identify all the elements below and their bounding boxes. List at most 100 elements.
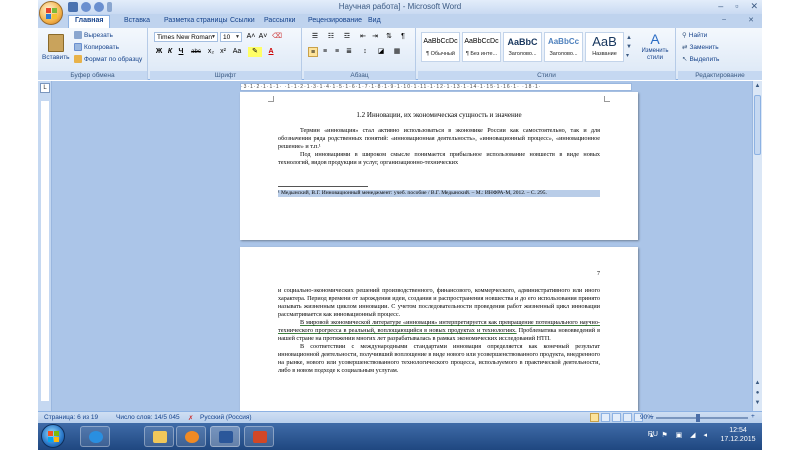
style-no-spacing[interactable]: AaBbCcDc ¶ Без инте... bbox=[462, 32, 501, 62]
next-page-icon[interactable]: ▼ bbox=[753, 400, 762, 409]
align-left-icon[interactable]: ≡ bbox=[308, 47, 318, 57]
styles-scroll-icon[interactable]: ▲ ▼ ▾ bbox=[626, 34, 632, 61]
media-player-icon bbox=[185, 431, 199, 443]
minimize-button[interactable]: – bbox=[718, 1, 723, 12]
taskbar-ie[interactable] bbox=[80, 426, 110, 447]
tab-mailings[interactable]: Рассылки bbox=[258, 16, 301, 25]
replace-button[interactable]: ⇄ Заменить bbox=[682, 43, 719, 52]
paste-button[interactable]: Вставить bbox=[42, 34, 70, 61]
clipboard-icon bbox=[47, 34, 64, 52]
windows-taskbar: RU ▴ ⚑ ▣ ◢ ◂ 12:54 17.12.2015 bbox=[38, 423, 762, 450]
word-count[interactable]: Число слов: 14/5 045 bbox=[116, 414, 180, 421]
borders-icon[interactable]: ▦ bbox=[392, 47, 402, 57]
change-styles-button[interactable]: A Изменить стили bbox=[636, 32, 674, 62]
document-close-button[interactable]: ✕ bbox=[748, 16, 754, 24]
clock[interactable]: 12:54 17.12.2015 bbox=[718, 426, 758, 444]
tab-review[interactable]: Рецензирование bbox=[302, 16, 368, 25]
select-button[interactable]: ↖ Выделить bbox=[682, 55, 719, 64]
highlight-icon[interactable]: ✎ bbox=[248, 47, 262, 57]
maximize-button[interactable]: ▫ bbox=[735, 1, 738, 12]
sort-icon[interactable]: ⇅ bbox=[384, 32, 394, 42]
copy-button[interactable]: Копировать bbox=[74, 43, 119, 51]
zoom-slider-knob[interactable] bbox=[696, 414, 700, 422]
chevron-down-icon: ▼ bbox=[211, 34, 216, 40]
document-page[interactable]: 1.2 Инновации, их экономическая сущность… bbox=[240, 92, 638, 240]
office-button[interactable] bbox=[39, 1, 63, 25]
tab-references[interactable]: Ссылки bbox=[224, 16, 261, 25]
close-button[interactable]: ✕ bbox=[750, 1, 758, 12]
previous-page-icon[interactable]: ▲ bbox=[753, 380, 762, 389]
subscript-button[interactable]: x₂ bbox=[206, 47, 216, 57]
zoom-slider[interactable] bbox=[656, 414, 748, 422]
bullets-icon[interactable]: ☰ bbox=[308, 32, 322, 42]
tab-view[interactable]: Вид bbox=[362, 16, 387, 25]
numbering-icon[interactable]: ☷ bbox=[324, 32, 338, 42]
change-styles-label: Изменить стили bbox=[641, 48, 669, 61]
line-spacing-icon[interactable]: ↕ bbox=[360, 47, 370, 57]
taskbar-media-player[interactable] bbox=[176, 426, 206, 447]
style-normal[interactable]: AaBbCcDc ¶ Обычный bbox=[421, 32, 460, 62]
zoom-in-button[interactable]: + bbox=[751, 413, 755, 420]
shrink-font-button[interactable]: A˅ bbox=[258, 32, 268, 42]
print-layout-icon[interactable] bbox=[590, 413, 599, 422]
scroll-up-icon[interactable]: ▲ bbox=[753, 83, 762, 92]
tab-selector-icon[interactable]: L bbox=[40, 83, 50, 93]
bold-button[interactable]: Ж bbox=[154, 47, 164, 57]
browse-object-icon[interactable]: ● bbox=[753, 390, 762, 399]
vertical-scrollbar[interactable]: ▲ ▲ ● ▼ bbox=[752, 81, 762, 411]
font-group: Times New Roman ▼ 10 ▼ A˄ A˅ ⌫ Ж К Ч abc x… bbox=[150, 28, 302, 80]
zoom-out-button[interactable]: – bbox=[650, 413, 654, 420]
taskbar-word[interactable] bbox=[210, 426, 240, 447]
body-text: и социально-экономических решений произв… bbox=[278, 287, 600, 375]
italic-button[interactable]: К bbox=[165, 47, 175, 57]
font-color-icon[interactable]: A bbox=[266, 47, 276, 57]
shading-icon[interactable]: ◪ bbox=[376, 47, 386, 57]
tab-page-layout[interactable]: Разметка страницы bbox=[158, 16, 234, 25]
scissors-icon bbox=[74, 31, 82, 39]
crop-mark bbox=[604, 96, 610, 102]
document-page[interactable]: 7 и социально-экономических решений прои… bbox=[240, 247, 638, 411]
windows-logo-icon bbox=[54, 437, 59, 442]
taskbar-powerpoint[interactable] bbox=[244, 426, 274, 447]
tab-insert[interactable]: Вставка bbox=[118, 16, 156, 25]
pilcrow-icon[interactable]: ¶ bbox=[398, 32, 408, 42]
taskbar-explorer[interactable] bbox=[144, 426, 174, 447]
clipboard-group-label: Буфер обмена bbox=[38, 71, 147, 80]
style-heading-2[interactable]: AaBbCc Заголово... bbox=[544, 32, 583, 62]
start-button[interactable] bbox=[41, 424, 65, 448]
clear-format-icon[interactable]: ⌫ bbox=[272, 32, 282, 42]
format-painter-button[interactable]: Формат по образцу bbox=[74, 55, 142, 63]
outline-icon[interactable] bbox=[623, 413, 632, 422]
binoculars-icon: ⚲ bbox=[682, 32, 687, 39]
spellcheck-icon[interactable]: ✗ bbox=[188, 414, 193, 422]
page-count[interactable]: Страница: 6 из 19 bbox=[44, 414, 98, 421]
align-right-icon[interactable]: ≡ bbox=[332, 47, 342, 57]
justify-icon[interactable]: ≣ bbox=[344, 47, 354, 57]
web-layout-icon[interactable] bbox=[612, 413, 621, 422]
tray-icons[interactable]: ▴ ⚑ ▣ ◢ ◂ bbox=[650, 431, 710, 439]
font-size-select[interactable]: 10 ▼ bbox=[220, 32, 242, 42]
increase-indent-icon[interactable]: ⇥ bbox=[370, 32, 380, 42]
style-title[interactable]: AaB Название bbox=[585, 32, 624, 62]
scrollbar-thumb[interactable] bbox=[754, 95, 761, 155]
tab-home[interactable]: Главная bbox=[68, 15, 111, 28]
view-buttons bbox=[590, 413, 643, 422]
change-case-button[interactable]: Aa bbox=[230, 47, 244, 57]
language-indicator[interactable]: Русский (Россия) bbox=[200, 414, 252, 421]
grow-font-button[interactable]: A˄ bbox=[246, 32, 256, 42]
ribbon-minimize-button[interactable]: – bbox=[722, 16, 726, 23]
underline-button[interactable]: Ч bbox=[176, 47, 186, 57]
copy-label: Копировать bbox=[84, 43, 119, 51]
decrease-indent-icon[interactable]: ⇤ bbox=[358, 32, 368, 42]
paragraph-group: ☰ ☷ ☲ ⇤ ⇥ ⇅ ¶ ≡ ≡ ≡ ≣ ↕ ◪ ▦ Абзац bbox=[304, 28, 416, 80]
align-center-icon[interactable]: ≡ bbox=[320, 47, 330, 57]
horizontal-ruler[interactable]: ·3·1·2·1·1·1· ·1·1·2·1·3·1·4·1·5·1·6·1·7… bbox=[240, 83, 632, 91]
find-button[interactable]: ⚲ Найти bbox=[682, 31, 707, 40]
cut-button[interactable]: Вырезать bbox=[74, 31, 113, 39]
style-heading-1[interactable]: AaBbC Заголово... bbox=[503, 32, 542, 62]
full-screen-icon[interactable] bbox=[601, 413, 610, 422]
strikethrough-button[interactable]: abc bbox=[188, 47, 204, 57]
multilevel-list-icon[interactable]: ☲ bbox=[340, 32, 354, 42]
superscript-button[interactable]: x² bbox=[218, 47, 228, 57]
font-family-select[interactable]: Times New Roman ▼ bbox=[154, 32, 218, 42]
